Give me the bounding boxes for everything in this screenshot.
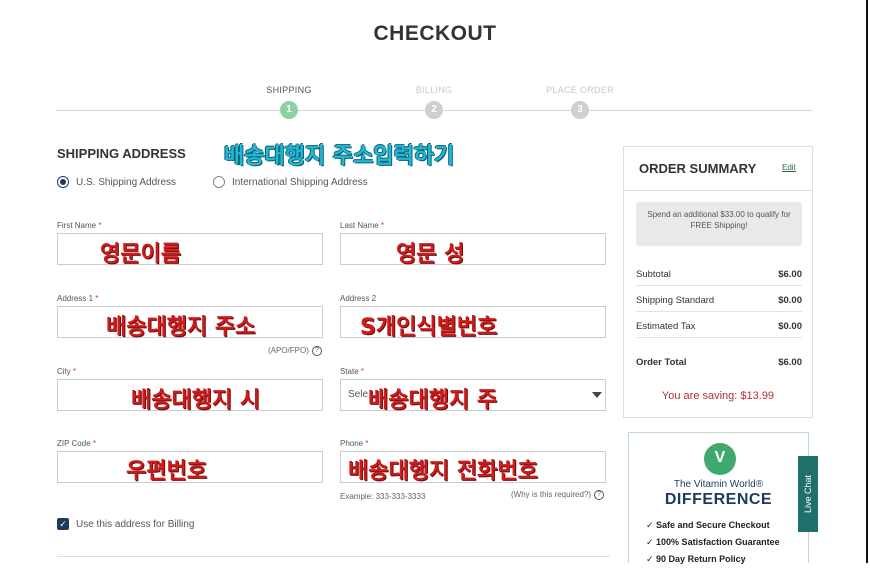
step-label: PLACE ORDER bbox=[546, 85, 614, 95]
live-chat-button[interactable]: Live Chat bbox=[798, 456, 818, 532]
use-for-billing-row[interactable]: ✓ Use this address for Billing bbox=[57, 518, 194, 530]
required-marker: * bbox=[95, 294, 99, 303]
step-label: BILLING bbox=[415, 85, 453, 95]
free-shipping-promo: Spend an additional $33.00 to qualify fo… bbox=[636, 202, 802, 246]
state-label-text: State bbox=[340, 367, 359, 376]
summary-row-value: $0.00 bbox=[778, 321, 802, 332]
page-title: CHECKOUT bbox=[373, 22, 497, 45]
phone-example: Example: 333-333-3333 bbox=[340, 492, 426, 501]
overlay-phone: 배송대행지 전화번호 bbox=[348, 459, 538, 484]
radio-selected-icon[interactable] bbox=[57, 176, 69, 188]
order-summary-panel: ORDER SUMMARY Edit Spend an additional $… bbox=[623, 146, 813, 418]
overlay-last-name: 영문 성 bbox=[396, 242, 465, 267]
step-place-order[interactable]: PLACE ORDER 3 bbox=[535, 84, 625, 119]
list-item: ✓ 90 Day Return Policy bbox=[646, 554, 746, 564]
summary-row-value: $0.00 bbox=[778, 295, 802, 306]
first-name-label: First Name * bbox=[57, 221, 101, 230]
radio-unselected-icon[interactable] bbox=[213, 176, 225, 188]
first-name-label-text: First Name bbox=[57, 221, 97, 230]
shipping-address-title: SHIPPING ADDRESS bbox=[57, 146, 186, 161]
summary-row-tax: Estimated Tax $0.00 bbox=[636, 312, 802, 338]
apo-fpo-text: (APO/FPO) bbox=[268, 346, 309, 356]
apo-fpo-helper: (APO/FPO)? bbox=[268, 346, 322, 356]
use-for-billing-label: Use this address for Billing bbox=[76, 518, 195, 530]
last-name-label: Last Name * bbox=[340, 221, 384, 230]
step-label: SHIPPING bbox=[266, 85, 312, 95]
address1-label: Address 1 * bbox=[57, 294, 98, 303]
phone-why-text: (Why is this required?) bbox=[511, 490, 592, 500]
state-select-value: Sele bbox=[348, 389, 369, 400]
window-edge bbox=[866, 0, 868, 563]
summary-row-total: Order Total $6.00 bbox=[636, 348, 802, 374]
city-label: City * bbox=[57, 367, 76, 376]
difference-headline: DIFFERENCE bbox=[664, 491, 773, 508]
difference-list: ✓ Safe and Secure Checkout ✓ 100% Satisf… bbox=[646, 517, 780, 568]
radio-international-shipping[interactable]: International Shipping Address bbox=[213, 176, 368, 188]
radio-intl-label: International Shipping Address bbox=[232, 176, 368, 188]
required-marker: * bbox=[365, 439, 369, 448]
order-summary-title: ORDER SUMMARY bbox=[639, 161, 757, 176]
help-icon[interactable]: ? bbox=[594, 490, 605, 500]
radio-us-label: U.S. Shipping Address bbox=[76, 176, 177, 188]
required-marker: * bbox=[92, 439, 97, 448]
step-billing[interactable]: BILLING 2 bbox=[389, 84, 479, 119]
required-marker: * bbox=[73, 367, 77, 376]
overlay-address2: S개인식별번호 bbox=[360, 315, 498, 340]
phone-label: Phone * bbox=[340, 439, 369, 448]
divider bbox=[57, 556, 610, 557]
summary-row-value: $6.00 bbox=[778, 269, 802, 280]
step-number: 1 bbox=[280, 101, 298, 119]
overlay-address1: 배송대행지 주소 bbox=[106, 315, 256, 340]
summary-row-shipping: Shipping Standard $0.00 bbox=[636, 286, 802, 312]
vitamin-world-difference: V The Vitamin World® DIFFERENCE ✓ Safe a… bbox=[628, 432, 809, 564]
vitamin-world-logo-icon: V bbox=[704, 443, 736, 475]
summary-row-label: Shipping Standard bbox=[636, 295, 715, 306]
summary-row-label: Estimated Tax bbox=[636, 321, 696, 332]
zip-label-text: ZIP Code bbox=[57, 439, 91, 448]
list-item: ✓ 100% Satisfaction Guarantee bbox=[646, 537, 780, 547]
phone-why-link[interactable]: (Why is this required?)? bbox=[511, 490, 605, 500]
state-label: State * bbox=[340, 367, 364, 376]
step-number: 3 bbox=[571, 101, 589, 119]
overlay-zip: 우편번호 bbox=[126, 459, 207, 484]
summary-total-label: Order Total bbox=[636, 357, 687, 368]
address2-label: Address 2 bbox=[340, 294, 377, 303]
overlay-state: 배송대행지 주 bbox=[368, 388, 498, 413]
required-marker: * bbox=[360, 367, 365, 376]
checkout-progress: SHIPPING 1 BILLING 2 PLACE ORDER 3 bbox=[56, 84, 812, 124]
first-name-input[interactable] bbox=[57, 233, 323, 265]
step-shipping[interactable]: SHIPPING 1 bbox=[244, 84, 334, 119]
checkbox-checked-icon[interactable]: ✓ bbox=[57, 518, 69, 530]
required-marker: * bbox=[380, 221, 385, 230]
summary-row-subtotal: Subtotal $6.00 bbox=[636, 260, 802, 286]
phone-label-text: Phone bbox=[340, 439, 364, 448]
zip-label: ZIP Code * bbox=[57, 439, 96, 448]
savings-text: You are saving: $13.99 bbox=[661, 390, 775, 402]
radio-us-shipping[interactable]: U.S. Shipping Address bbox=[57, 176, 176, 188]
help-icon[interactable]: ? bbox=[311, 346, 322, 356]
brand-name: The Vitamin World® bbox=[673, 479, 764, 490]
city-label-text: City bbox=[57, 367, 71, 376]
overlay-city: 배송대행지 시 bbox=[131, 388, 261, 413]
summary-row-label: Subtotal bbox=[636, 269, 671, 280]
last-name-input[interactable] bbox=[340, 233, 606, 265]
chevron-down-icon bbox=[592, 392, 602, 398]
edit-link[interactable]: Edit bbox=[782, 163, 796, 172]
address1-label-text: Address 1 bbox=[57, 294, 94, 303]
step-number: 2 bbox=[425, 101, 443, 119]
overlay-shipping-title: 배송대행지 주소입력하기 bbox=[224, 144, 455, 169]
summary-total-value: $6.00 bbox=[778, 357, 802, 368]
list-item: ✓ Safe and Secure Checkout bbox=[646, 520, 770, 530]
last-name-label-text: Last Name bbox=[340, 221, 379, 230]
order-summary-header: ORDER SUMMARY Edit bbox=[624, 147, 812, 191]
required-marker: * bbox=[98, 221, 102, 230]
overlay-first-name: 영문이름 bbox=[100, 242, 181, 267]
